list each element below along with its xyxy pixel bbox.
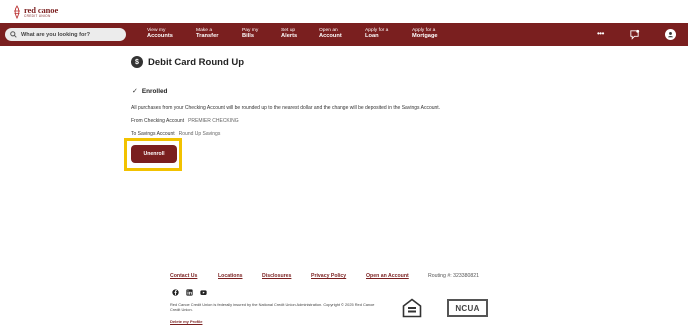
- search-input[interactable]: What are you looking for?: [5, 28, 126, 41]
- ncua-logo: NCUA: [447, 299, 488, 317]
- nav-label-line2: Accounts: [147, 33, 173, 40]
- search-icon: [10, 31, 17, 38]
- footer-link-contact[interactable]: Contact Us: [170, 273, 197, 279]
- search-placeholder: What are you looking for?: [21, 31, 90, 38]
- youtube-icon[interactable]: [200, 289, 207, 296]
- footer-link-open-account[interactable]: Open an Account: [366, 273, 409, 279]
- nav-label-line2: Account: [319, 33, 342, 40]
- to-account-label: To Savings Account: [131, 131, 175, 137]
- nav-open-account[interactable]: Open an Account: [319, 28, 342, 39]
- equal-housing-lender-icon: [402, 298, 422, 318]
- legal-notice: Red Canoe Credit Union is federally insu…: [170, 302, 375, 313]
- nav-label-line2: Loan: [365, 33, 379, 40]
- enrollment-status: ✓ Enrolled: [132, 87, 168, 96]
- to-account-row: To Savings Account Round Up Savings: [131, 131, 220, 137]
- dollar-icon: $: [131, 56, 143, 68]
- ncua-text: NCUA: [455, 303, 480, 313]
- footer-link-disclosures[interactable]: Disclosures: [262, 273, 291, 279]
- nav-label-line2: Transfer: [196, 33, 219, 40]
- routing-number: Routing #: 323380821: [428, 273, 480, 279]
- nav-pay-bills[interactable]: Pay my Bills: [242, 28, 258, 39]
- brand-subtitle: CREDIT UNION: [24, 14, 51, 19]
- nav-label-line2: Bills: [242, 33, 255, 40]
- round-up-description: All purchases from your Checking Account…: [131, 105, 441, 111]
- to-account-value: Round Up Savings: [178, 131, 221, 137]
- nav-view-accounts[interactable]: View my Accounts: [147, 28, 173, 39]
- page-title: Debit Card Round Up: [148, 56, 245, 68]
- nav-label-line2: Mortgage: [412, 33, 438, 40]
- footer-link-locations[interactable]: Locations: [218, 273, 243, 279]
- nav-apply-mortgage[interactable]: Apply for a Mortgage: [412, 28, 438, 39]
- facebook-icon[interactable]: [172, 289, 179, 296]
- canoe-logo-icon: [12, 5, 22, 19]
- user-icon: [668, 32, 673, 38]
- from-account-row: From Checking Account PREMIER CHECKING: [131, 118, 239, 124]
- more-menu-icon[interactable]: •••: [597, 30, 604, 38]
- check-icon: ✓: [132, 88, 138, 95]
- linkedin-icon[interactable]: [186, 289, 193, 296]
- delete-profile-link[interactable]: Delete my Profile: [170, 319, 202, 324]
- footer-link-privacy[interactable]: Privacy Policy: [311, 273, 346, 279]
- unenroll-button[interactable]: Unenroll: [131, 145, 177, 163]
- from-account-value: PREMIER CHECKING: [188, 118, 239, 124]
- from-account-label: From Checking Account: [131, 118, 185, 124]
- chat-icon[interactable]: [629, 29, 640, 40]
- user-profile-button[interactable]: [665, 29, 676, 40]
- brand-logo[interactable]: red canoe CREDIT UNION: [12, 4, 58, 20]
- status-text: Enrolled: [141, 87, 168, 95]
- nav-apply-loan[interactable]: Apply for a Loan: [365, 28, 388, 39]
- nav-make-transfer[interactable]: Make a Transfer: [196, 28, 218, 39]
- page-header: $ Debit Card Round Up: [131, 56, 244, 68]
- brand-name: red canoe: [24, 4, 59, 15]
- nav-set-alerts[interactable]: Set up Alerts: [281, 28, 297, 39]
- nav-label-line2: Alerts: [281, 33, 298, 40]
- top-bar: red canoe CREDIT UNION: [0, 0, 688, 23]
- main-navbar: What are you looking for? View my Accoun…: [0, 23, 688, 46]
